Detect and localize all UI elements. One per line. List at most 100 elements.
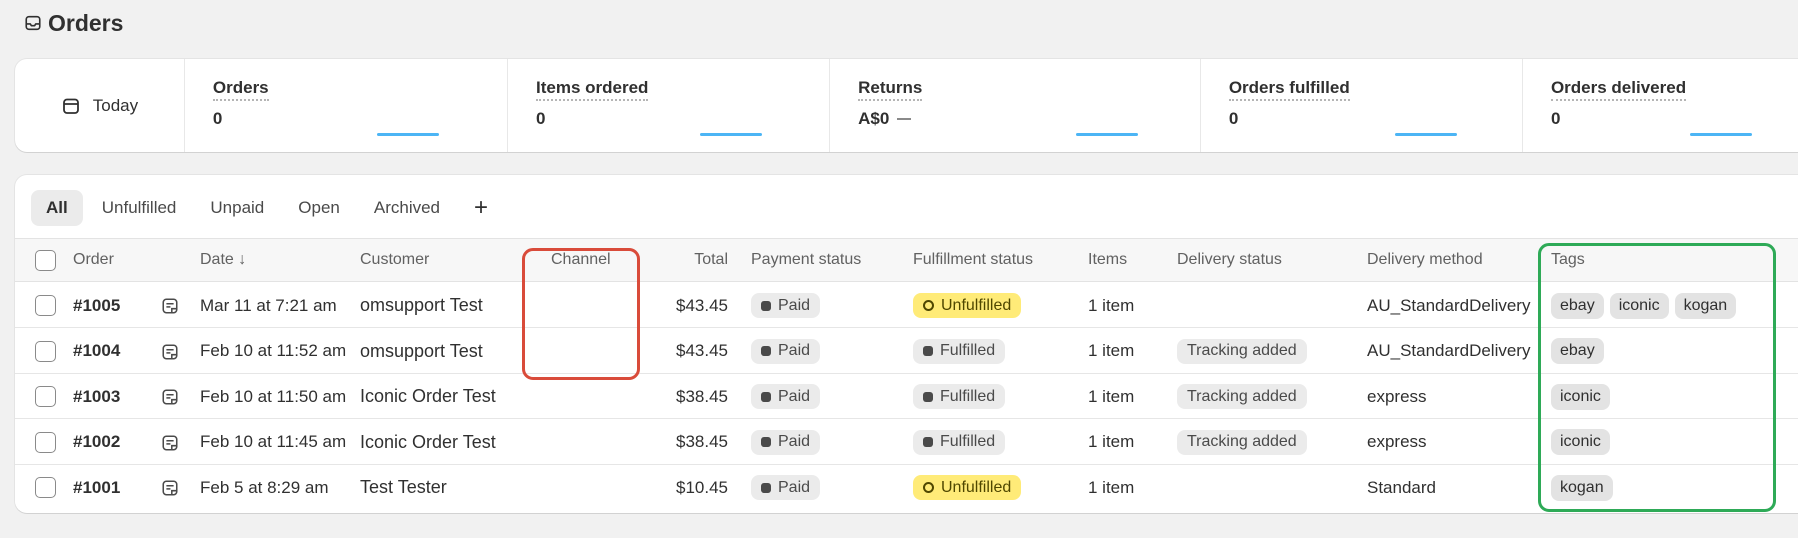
fulfillment-status-badge: Fulfilled xyxy=(913,338,1006,364)
order-number[interactable]: #1004 xyxy=(73,329,120,374)
tags-cell: iconic xyxy=(1551,374,1616,419)
row-checkbox[interactable] xyxy=(35,477,56,498)
metric-label: Returns xyxy=(858,78,923,101)
tag-chip[interactable]: ebay xyxy=(1551,338,1604,364)
sparkline xyxy=(376,133,439,136)
row-checkbox[interactable] xyxy=(35,431,56,453)
page-title: Orders xyxy=(48,9,124,36)
col-items[interactable]: Items xyxy=(1088,239,1127,281)
col-payment-status[interactable]: Payment status xyxy=(751,239,861,281)
payment-status-label: Paid xyxy=(778,478,811,496)
delivery-status-badge: Tracking added xyxy=(1177,429,1307,455)
metric-orders-delivered[interactable]: Orders delivered 0 xyxy=(1523,59,1798,152)
tag-chip[interactable]: kogan xyxy=(1674,292,1737,319)
sparkline xyxy=(1076,133,1139,136)
table-row[interactable]: #1003 Feb 10 at 11:50 am Iconic Order Test… xyxy=(15,374,1798,419)
col-fulfillment-status[interactable]: Fulfillment status xyxy=(913,239,1033,281)
metric-items-ordered[interactable]: Items ordered 0 xyxy=(508,59,831,152)
calendar-icon xyxy=(62,98,79,114)
tab-open[interactable]: Open xyxy=(283,190,355,226)
status-ring-icon xyxy=(923,300,934,311)
tags-cell: ebay iconic kogan xyxy=(1551,283,1742,328)
delivery-status-badge: Tracking added xyxy=(1177,384,1307,409)
col-delivery-method[interactable]: Delivery method xyxy=(1367,239,1483,281)
status-ring-icon xyxy=(923,482,934,493)
status-dot-icon xyxy=(761,437,771,447)
status-dot-icon xyxy=(923,346,933,356)
table-row[interactable]: #1001 Feb 5 at 8:29 am Test Tester $10.45 Pa… xyxy=(15,465,1798,510)
metric-orders-fulfilled[interactable]: Orders fulfilled 0 xyxy=(1201,59,1523,152)
metric-orders[interactable]: Orders 0 xyxy=(185,59,508,152)
fulfillment-status-label: Unfulfilled xyxy=(941,296,1012,314)
delivery-method: Standard xyxy=(1367,477,1436,497)
order-number[interactable]: #1005 xyxy=(73,283,120,328)
metric-label: Orders delivered xyxy=(1550,78,1687,101)
order-number[interactable]: #1002 xyxy=(73,420,120,465)
tag-chip[interactable]: kogan xyxy=(1551,474,1613,501)
tab-unpaid[interactable]: Unpaid xyxy=(195,190,279,226)
select-all-checkbox[interactable] xyxy=(35,250,56,271)
row-checkbox[interactable] xyxy=(35,386,56,407)
fulfillment-status-cell: Unfulfilled xyxy=(913,465,1022,510)
date-range-button[interactable]: Today xyxy=(15,59,185,152)
col-delivery-status[interactable]: Delivery status xyxy=(1177,239,1282,281)
metric-value: 0 xyxy=(1550,109,1561,128)
fulfillment-status-label: Unfulfilled xyxy=(941,478,1012,496)
fulfillment-status-label: Fulfilled xyxy=(940,433,996,450)
note-icon[interactable] xyxy=(161,388,179,406)
col-total[interactable]: Total xyxy=(635,239,728,281)
payment-status-label: Paid xyxy=(778,296,811,314)
status-dot-icon xyxy=(761,391,771,402)
trend-dash-icon xyxy=(897,118,912,120)
customer-name[interactable]: omsupport Test xyxy=(360,329,483,374)
fulfillment-status-label: Fulfilled xyxy=(940,342,996,359)
metric-returns[interactable]: Returns A$0 xyxy=(830,59,1201,152)
item-count: 1 item xyxy=(1088,386,1135,406)
table-row[interactable]: #1005 Mar 11 at 7:21 am omsupport Test $43.… xyxy=(15,283,1798,328)
col-date[interactable]: Date ↓ xyxy=(200,239,246,281)
item-count: 1 item xyxy=(1088,432,1135,451)
col-channel[interactable]: Channel xyxy=(551,239,611,281)
metric-value: 0 xyxy=(212,109,223,128)
customer-name[interactable]: Iconic Order Test xyxy=(360,374,496,419)
row-checkbox[interactable] xyxy=(35,340,56,362)
payment-status-cell: Paid xyxy=(751,420,821,465)
order-number[interactable]: #1001 xyxy=(73,465,120,510)
table-row[interactable]: #1004 Feb 10 at 11:52 am omsupport Test $43… xyxy=(15,328,1798,374)
sparkline xyxy=(1689,133,1752,136)
tag-chip[interactable]: iconic xyxy=(1551,383,1610,410)
payment-status-badge: Paid xyxy=(751,293,821,318)
customer-name[interactable]: Iconic Order Test xyxy=(360,420,496,465)
tab-all[interactable]: All xyxy=(31,190,83,226)
tab-unfulfilled[interactable]: Unfulfilled xyxy=(87,190,192,226)
note-icon[interactable] xyxy=(161,343,179,361)
payment-status-label: Paid xyxy=(778,342,811,359)
col-order[interactable]: Order xyxy=(73,239,114,281)
tag-chip[interactable]: iconic xyxy=(1609,292,1669,319)
status-dot-icon xyxy=(923,391,933,402)
status-dot-icon xyxy=(761,300,771,311)
item-count: 1 item xyxy=(1088,295,1135,315)
tab-archived[interactable]: Archived xyxy=(359,190,455,226)
payment-status-cell: Paid xyxy=(751,329,821,374)
table-row[interactable]: #1002 Feb 10 at 11:45 am Iconic Order Test… xyxy=(15,419,1798,465)
add-view-button[interactable]: + xyxy=(463,190,499,226)
view-tabs: All Unfulfilled Unpaid Open Archived + xyxy=(31,188,499,228)
row-checkbox[interactable] xyxy=(35,295,56,316)
note-icon[interactable] xyxy=(161,434,179,452)
fulfillment-status-badge: Fulfilled xyxy=(913,429,1006,455)
customer-name[interactable]: Test Tester xyxy=(360,465,447,510)
tag-chip[interactable]: ebay xyxy=(1551,292,1604,319)
note-icon[interactable] xyxy=(161,297,179,315)
customer-name[interactable]: omsupport Test xyxy=(360,283,483,328)
note-icon[interactable] xyxy=(161,479,179,497)
inbox-icon xyxy=(25,15,41,31)
order-date: Feb 10 at 11:50 am xyxy=(200,386,347,406)
payment-status-label: Paid xyxy=(778,433,811,450)
col-customer[interactable]: Customer xyxy=(360,239,429,281)
tags-cell: iconic xyxy=(1551,420,1616,465)
order-date: Mar 11 at 7:21 am xyxy=(200,295,337,315)
col-tags[interactable]: Tags xyxy=(1551,239,1585,281)
order-number[interactable]: #1003 xyxy=(73,374,120,419)
tag-chip[interactable]: iconic xyxy=(1551,429,1610,455)
